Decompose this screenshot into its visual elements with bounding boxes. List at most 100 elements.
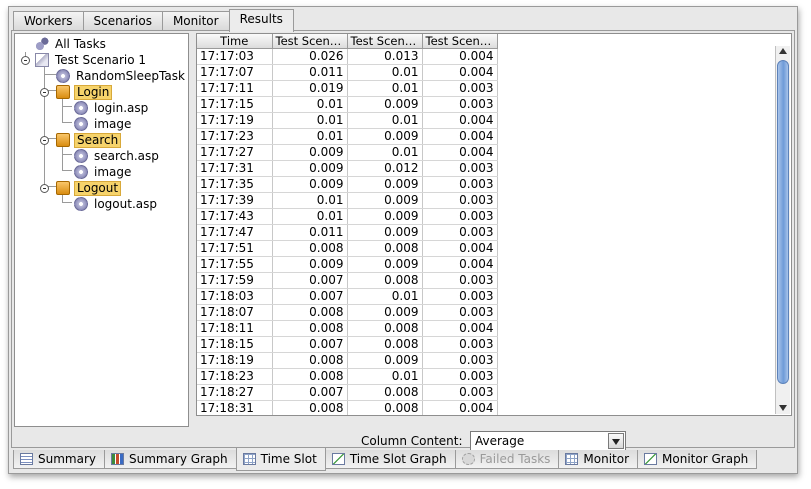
cell-time: 17:17:11 [197,80,273,97]
expand-toggle-icon[interactable] [40,184,49,193]
tab-time-slot[interactable]: Time Slot [235,448,326,471]
tab-failed-tasks[interactable]: Failed Tasks [454,450,560,469]
cell-value: 0.008 [347,336,423,353]
table-row[interactable]: 17:17:35 0.009 0.009 0.003 [197,176,498,193]
cell-value: 0.01 [347,64,423,81]
tab-label: Summary Graph [129,452,228,466]
tree-node-all-tasks[interactable]: All Tasks [35,36,108,52]
table-row[interactable]: 17:17:07 0.011 0.01 0.004 [197,64,498,81]
table-row[interactable]: 17:18:31 0.008 0.008 0.004 [197,400,498,415]
grid-icon [565,453,579,465]
tab-summary[interactable]: Summary [13,450,105,469]
tree-node-login-asp[interactable]: login.asp [74,100,150,116]
table-row[interactable]: 17:17:59 0.007 0.008 0.003 [197,272,498,289]
cell-value: 0.01 [272,96,348,113]
table-row[interactable]: 17:17:11 0.019 0.01 0.003 [197,80,498,97]
column-content-select[interactable]: Average [470,431,626,451]
table-row[interactable]: 17:17:39 0.01 0.009 0.003 [197,192,498,209]
scenario-icon [35,53,49,67]
cell-value: 0.01 [272,112,348,129]
tree-node-login[interactable]: Login [56,84,113,100]
table-row[interactable]: 17:17:55 0.009 0.009 0.004 [197,256,498,273]
scroll-up-arrow-icon[interactable] [779,48,787,54]
tree-node-random-sleep-task[interactable]: RandomSleepTask [56,68,187,84]
cell-value: 0.01 [347,80,423,97]
expand-toggle-icon[interactable] [21,56,30,65]
tree-node-logout[interactable]: Logout [56,180,122,196]
cell-time: 17:17:31 [197,160,273,177]
cell-value: 0.003 [422,352,498,369]
column-header-test-scenario[interactable]: Test Scena... [347,34,423,49]
gear-icon [74,117,88,131]
table-row[interactable]: 17:17:19 0.01 0.01 0.004 [197,112,498,129]
cell-value: 0.007 [272,288,348,305]
table-row[interactable]: 17:18:15 0.007 0.008 0.003 [197,336,498,353]
table-row[interactable]: 17:17:51 0.008 0.008 0.004 [197,240,498,257]
cell-time: 17:18:19 [197,352,273,369]
line-chart-icon [644,453,658,465]
cell-value: 0.009 [347,304,423,321]
cell-value: 0.004 [422,48,498,65]
column-header-test-scenario[interactable]: Test Scena... [272,34,348,49]
tree-node-search-image[interactable]: image [74,164,133,180]
cell-value: 0.004 [422,240,498,257]
cell-value: 0.008 [272,352,348,369]
line-chart-icon [331,453,345,465]
cell-value: 0.004 [422,400,498,415]
table-row[interactable]: 17:18:07 0.008 0.009 0.003 [197,304,498,321]
cell-value: 0.003 [422,96,498,113]
cell-time: 17:17:07 [197,64,273,81]
tree-node-search-asp[interactable]: search.asp [74,148,161,164]
cell-value: 0.009 [272,144,348,161]
scrollbar-thumb[interactable] [777,60,789,384]
cell-value: 0.003 [422,224,498,241]
tab-monitor[interactable]: Monitor [558,450,639,469]
expand-toggle-icon[interactable] [40,136,49,145]
summary-icon [20,453,33,465]
cell-value: 0.003 [422,160,498,177]
tab-workers[interactable]: Workers [13,11,84,31]
table-row[interactable]: 17:17:31 0.009 0.012 0.003 [197,160,498,177]
cell-value: 0.019 [272,80,348,97]
cell-value: 0.004 [422,112,498,129]
tree-node-test-scenario[interactable]: Test Scenario 1 [35,52,148,68]
table-row[interactable]: 17:17:43 0.01 0.009 0.003 [197,208,498,225]
table-row[interactable]: 17:18:11 0.008 0.008 0.004 [197,320,498,337]
chevron-down-icon[interactable] [608,433,624,449]
tab-monitor[interactable]: Monitor [161,11,230,31]
expand-toggle-icon[interactable] [40,88,49,97]
cell-time: 17:18:15 [197,336,273,353]
task-tree: All Tasks Test Scenario 1 RandomSleepTas… [14,33,189,427]
cell-time: 17:17:15 [197,96,273,113]
table-row[interactable]: 17:17:27 0.009 0.01 0.004 [197,144,498,161]
table-row[interactable]: 17:17:03 0.026 0.013 0.004 [197,48,498,65]
tree-node-search[interactable]: Search [56,132,122,148]
cell-value: 0.01 [272,208,348,225]
table-row[interactable]: 17:18:19 0.008 0.009 0.003 [197,352,498,369]
table-row[interactable]: 17:17:47 0.011 0.009 0.003 [197,224,498,241]
table-row[interactable]: 17:17:23 0.01 0.009 0.004 [197,128,498,145]
tab-label: Monitor Graph [662,452,749,466]
cell-time: 17:17:27 [197,144,273,161]
vertical-scrollbar[interactable] [775,46,790,414]
table-row[interactable]: 17:18:23 0.008 0.01 0.003 [197,368,498,385]
gear-icon [74,149,88,163]
tab-summary-graph[interactable]: Summary Graph [104,450,237,469]
tab-time-slot-graph[interactable]: Time Slot Graph [324,450,456,469]
cell-value: 0.013 [347,48,423,65]
table-row[interactable]: 17:17:15 0.01 0.009 0.003 [197,96,498,113]
table-row[interactable]: 17:18:03 0.007 0.01 0.003 [197,288,498,305]
cell-time: 17:18:11 [197,320,273,337]
time-slot-table: Time Test Scena... Test Scena... Test Sc… [197,34,498,415]
tree-node-login-image[interactable]: image [74,116,133,132]
column-header-time[interactable]: Time [197,34,273,49]
tab-scenarios[interactable]: Scenarios [82,11,163,31]
tree-node-logout-asp[interactable]: logout.asp [74,196,159,212]
scroll-down-arrow-icon[interactable] [779,405,787,411]
cell-value: 0.026 [272,48,348,65]
column-header-test-scenario[interactable]: Test Scena... [422,34,498,49]
tab-monitor-graph[interactable]: Monitor Graph [637,450,758,469]
tab-results[interactable]: Results [228,9,294,32]
cell-value: 0.003 [422,304,498,321]
table-row[interactable]: 17:18:27 0.007 0.008 0.003 [197,384,498,401]
